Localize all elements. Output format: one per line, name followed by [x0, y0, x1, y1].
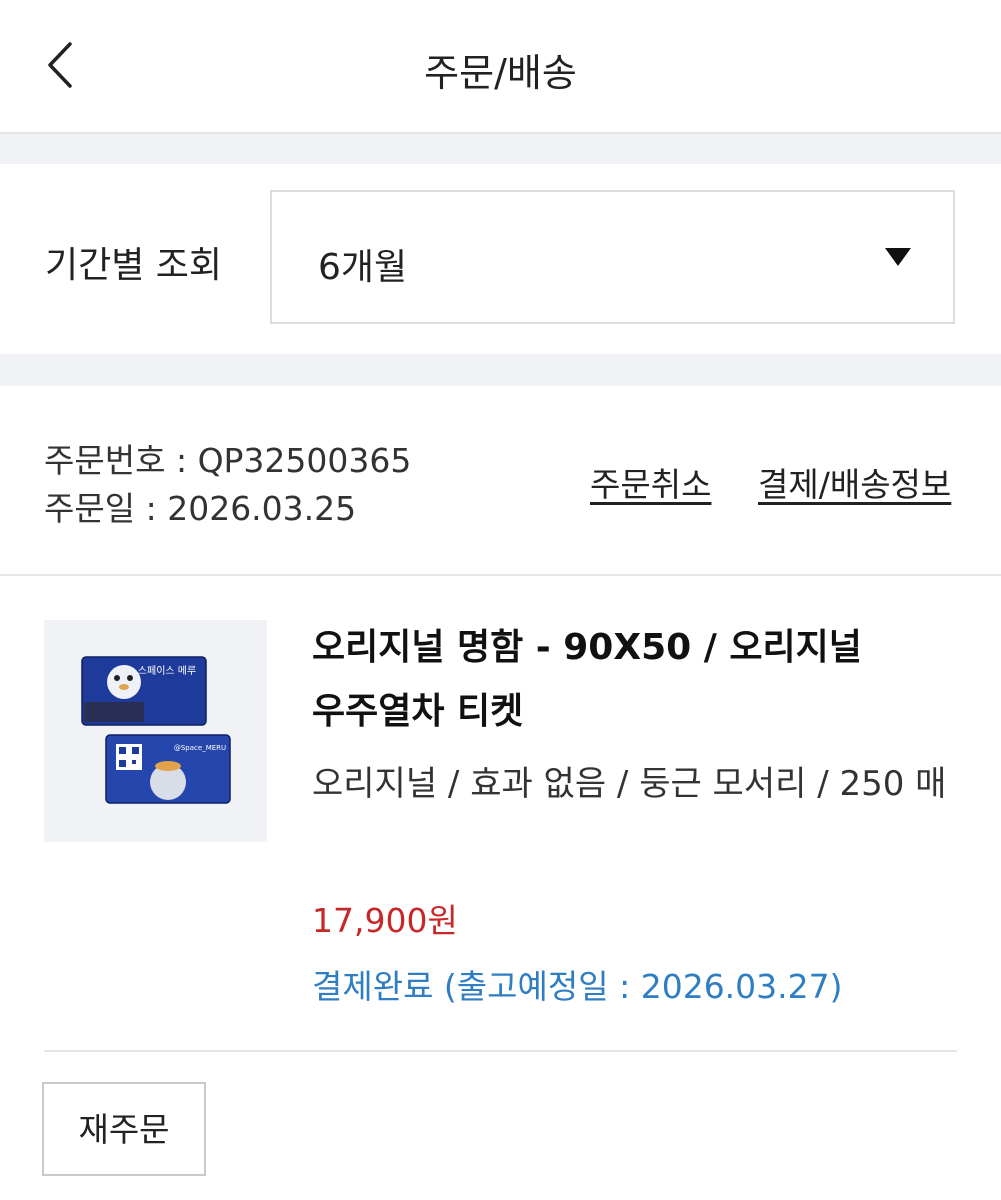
page-title: 주문/배송: [424, 51, 577, 95]
product-thumbnail[interactable]: 스페이스 메루 @Space_MERU: [44, 620, 267, 842]
product-price: 17,900원: [312, 901, 458, 940]
order-number: 주문번호 : QP32500365: [44, 441, 412, 480]
product-image: 스페이스 메루 @Space_MERU: [81, 656, 231, 804]
triangle-down-icon: [885, 248, 911, 266]
svg-text:@Space_MERU: @Space_MERU: [174, 744, 226, 752]
order-item: 스페이스 메루 @Space_MERU 오리지널 명함 - 90X50 / 오리…: [0, 576, 1001, 1056]
product-name[interactable]: 오리지널 명함 - 90X50 / 오리지널 우주열차 티켓: [312, 616, 932, 744]
reorder-button[interactable]: 재주문: [42, 1082, 206, 1176]
order-date: 주문일 : 2026.03.25: [44, 489, 357, 528]
divider: [44, 1050, 957, 1052]
period-selected-value: 6개월: [318, 247, 408, 288]
section-gap: [0, 134, 1001, 164]
period-select[interactable]: 6개월: [270, 190, 955, 324]
period-label: 기간별 조회: [45, 245, 223, 286]
product-options: 오리지널 / 효과 없음 / 둥근 모서리 / 250 매: [312, 764, 947, 804]
svg-text:스페이스 메루: 스페이스 메루: [138, 665, 196, 677]
period-filter: 기간별 조회 6개월: [0, 164, 1001, 354]
order-header: 주문번호 : QP32500365 주문일 : 2026.03.25 주문취소 …: [0, 386, 1001, 576]
cancel-order-link[interactable]: 주문취소: [590, 458, 711, 506]
section-gap: [0, 354, 1001, 386]
app-header: 주문/배송: [0, 0, 1001, 134]
payment-shipping-info-link[interactable]: 결제/배송정보: [758, 458, 951, 506]
order-status: 결제완료 (출고예정일 : 2026.03.27): [312, 967, 843, 1006]
